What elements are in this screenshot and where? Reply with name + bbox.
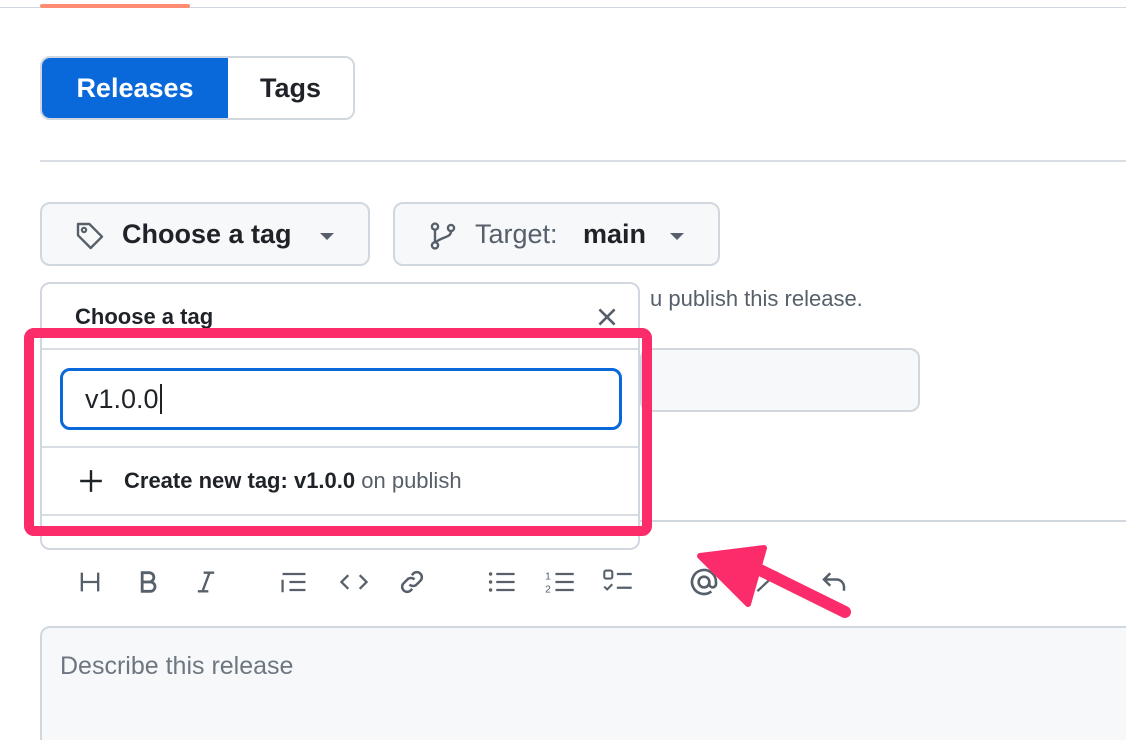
release-description-textarea[interactable]: Describe this release — [40, 626, 1126, 740]
release-title-input[interactable] — [640, 348, 920, 412]
active-tab-underline — [40, 4, 190, 8]
chevron-down-icon — [670, 233, 684, 240]
description-placeholder: Describe this release — [60, 652, 294, 680]
quote-icon[interactable] — [276, 564, 312, 600]
link-icon[interactable] — [394, 564, 430, 600]
mention-icon[interactable] — [686, 564, 722, 600]
target-branch-button[interactable]: Target: main — [393, 202, 720, 266]
ordered-list-icon[interactable]: 12 — [542, 564, 578, 600]
cross-reference-icon[interactable] — [752, 564, 788, 600]
releases-tags-toggle: Releases Tags — [40, 56, 355, 120]
dropdown-title: Choose a tag — [75, 304, 214, 329]
target-branch-value: main — [583, 219, 647, 249]
code-icon[interactable] — [336, 564, 372, 600]
svg-text:2: 2 — [545, 584, 551, 595]
heading-icon[interactable] — [72, 564, 108, 600]
bold-icon[interactable] — [130, 564, 166, 600]
task-list-icon[interactable] — [600, 564, 636, 600]
helper-text: u publish this release. — [650, 286, 863, 311]
branch-icon — [430, 222, 456, 250]
tag-icon — [76, 222, 104, 250]
target-label: Target: — [475, 219, 558, 249]
choose-tag-label: Choose a tag — [122, 219, 292, 249]
section-divider — [40, 160, 1126, 162]
reply-icon[interactable] — [816, 564, 852, 600]
choose-tag-button[interactable]: Choose a tag — [40, 202, 370, 266]
svg-text:1: 1 — [545, 572, 551, 583]
tags-tab[interactable]: Tags — [228, 58, 353, 118]
editor-header-border — [638, 520, 1126, 522]
unordered-list-icon[interactable] — [484, 564, 520, 600]
close-icon[interactable] — [594, 304, 620, 330]
highlight-annotation-box — [24, 328, 652, 536]
italic-icon[interactable] — [188, 564, 224, 600]
releases-tab[interactable]: Releases — [42, 58, 228, 118]
chevron-down-icon — [320, 233, 334, 240]
